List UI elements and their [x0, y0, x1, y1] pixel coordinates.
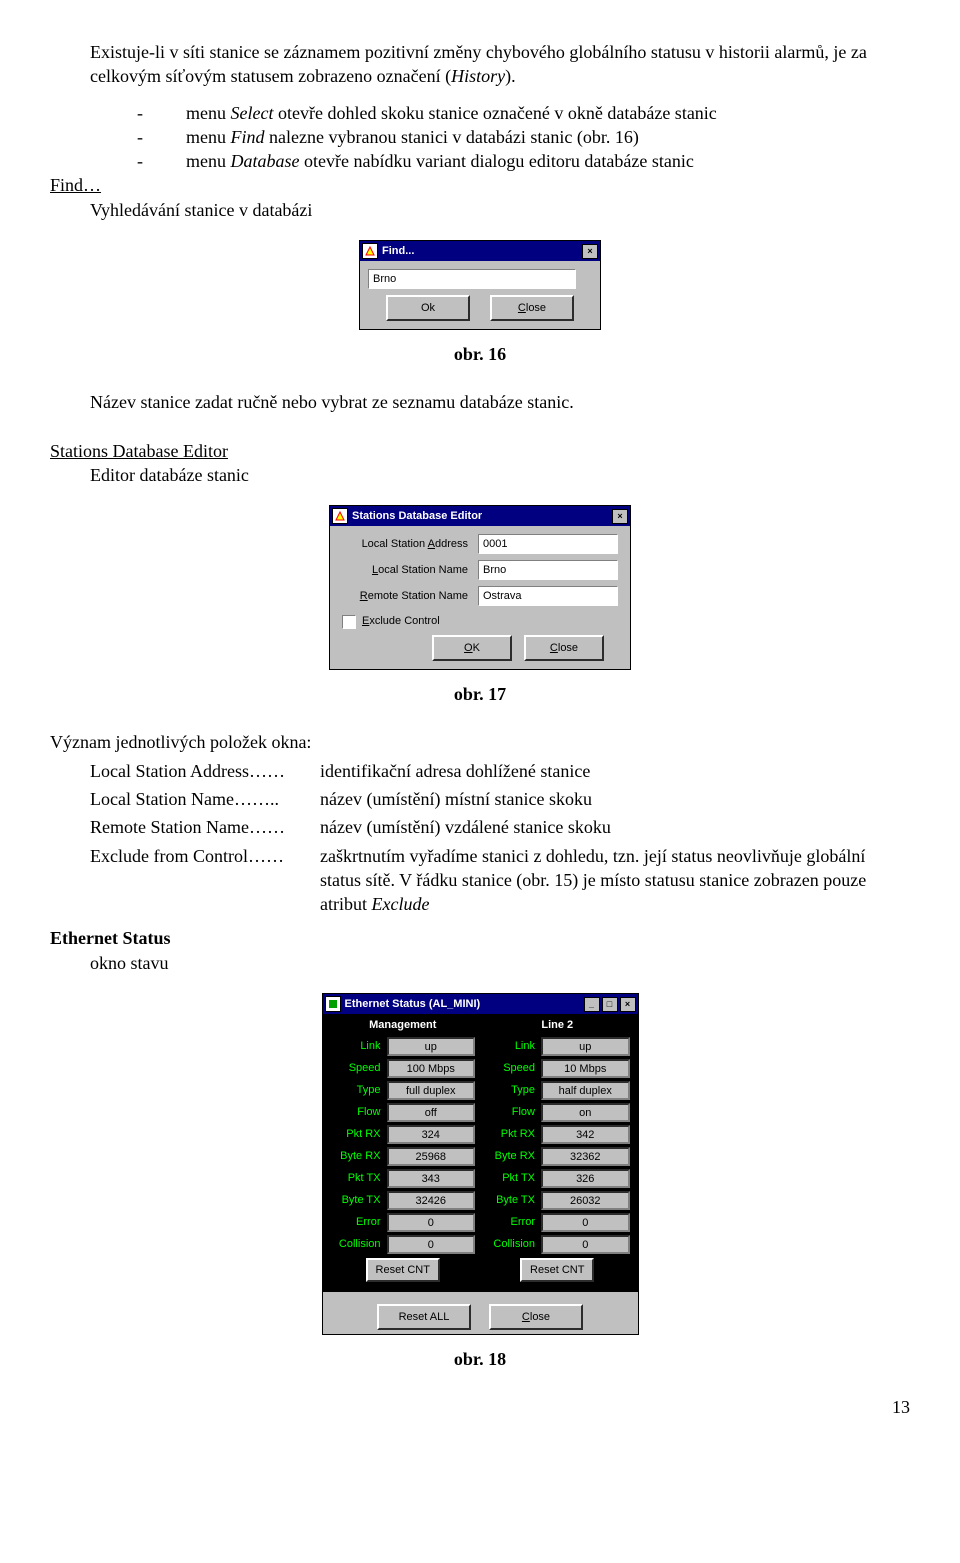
warning-icon: [362, 243, 378, 259]
caption-16: obr. 16: [50, 342, 910, 366]
close-button[interactable]: Close: [489, 1304, 583, 1330]
close-icon[interactable]: ×: [582, 244, 598, 259]
meaning-row: Exclude from Control……zaškrtnutím vyřadí…: [90, 844, 910, 917]
bullet-select: - menu Select otevře dohled skoku stanic…: [50, 101, 910, 125]
remote-station-name-input[interactable]: Ostrava: [478, 586, 618, 606]
local-station-name-input[interactable]: Brno: [478, 560, 618, 580]
meaning-row: Local Station Address……identifikační adr…: [90, 759, 910, 783]
minimize-icon[interactable]: _: [584, 997, 600, 1012]
close-button[interactable]: Close: [524, 635, 604, 661]
maximize-icon[interactable]: □: [602, 997, 618, 1012]
close-icon[interactable]: ×: [612, 509, 628, 524]
heading-ethernet: Ethernet Status: [50, 926, 910, 950]
find-dialog: Find... × Brno Ok Close: [359, 240, 601, 330]
meaning-title: Význam jednotlivých položek okna:: [50, 730, 910, 754]
heading-sde: Stations Database Editor: [50, 439, 910, 463]
local-station-address-input[interactable]: 0001: [478, 534, 618, 554]
reset-cnt-button[interactable]: Reset CNT: [366, 1258, 440, 1282]
eth-col2-head: Line 2: [485, 1018, 630, 1033]
exclude-control-checkbox[interactable]: [342, 615, 356, 629]
find-dialog-title: Find...: [382, 244, 582, 259]
bullet-find: - menu Find nalezne vybranou stanici v d…: [50, 125, 910, 149]
heading-find: Find…: [50, 173, 910, 197]
bullet-database: - menu Database otevře nabídku variant d…: [50, 149, 910, 173]
find-input[interactable]: Brno: [368, 269, 576, 289]
sde-title: Stations Database Editor: [352, 509, 612, 524]
eth-col1-head: Management: [331, 1018, 476, 1033]
text-after-find: Název stanice zadat ručně nebo vybrat ze…: [50, 390, 910, 414]
caption-17: obr. 17: [50, 682, 910, 706]
page-number: 13: [50, 1395, 910, 1419]
eth-title: Ethernet Status (AL_MINI): [345, 997, 584, 1012]
text-find-sub: Vyhledávání stanice v databázi: [50, 198, 910, 222]
ok-button[interactable]: Ok: [386, 295, 470, 321]
ethernet-status-dialog: Ethernet Status (AL_MINI) _ □ × Manageme…: [322, 993, 639, 1335]
meaning-row: Local Station Name……..název (umístění) m…: [90, 787, 910, 811]
caption-18: obr. 18: [50, 1347, 910, 1371]
close-button[interactable]: Close: [490, 295, 574, 321]
text-eth-sub: okno stavu: [50, 951, 910, 975]
meaning-row: Remote Station Name……název (umístění) vz…: [90, 815, 910, 839]
text-sde-sub: Editor databáze stanic: [50, 463, 910, 487]
reset-all-button[interactable]: Reset ALL: [377, 1304, 471, 1330]
para-history: Existuje-li v síti stanice se záznamem p…: [50, 40, 910, 89]
reset-cnt-button[interactable]: Reset CNT: [520, 1258, 594, 1282]
app-icon: [332, 508, 348, 524]
ok-button[interactable]: OK: [432, 635, 512, 661]
stations-db-editor-dialog: Stations Database Editor × Local Station…: [329, 505, 631, 670]
app-icon: [325, 996, 341, 1012]
close-icon[interactable]: ×: [620, 997, 636, 1012]
